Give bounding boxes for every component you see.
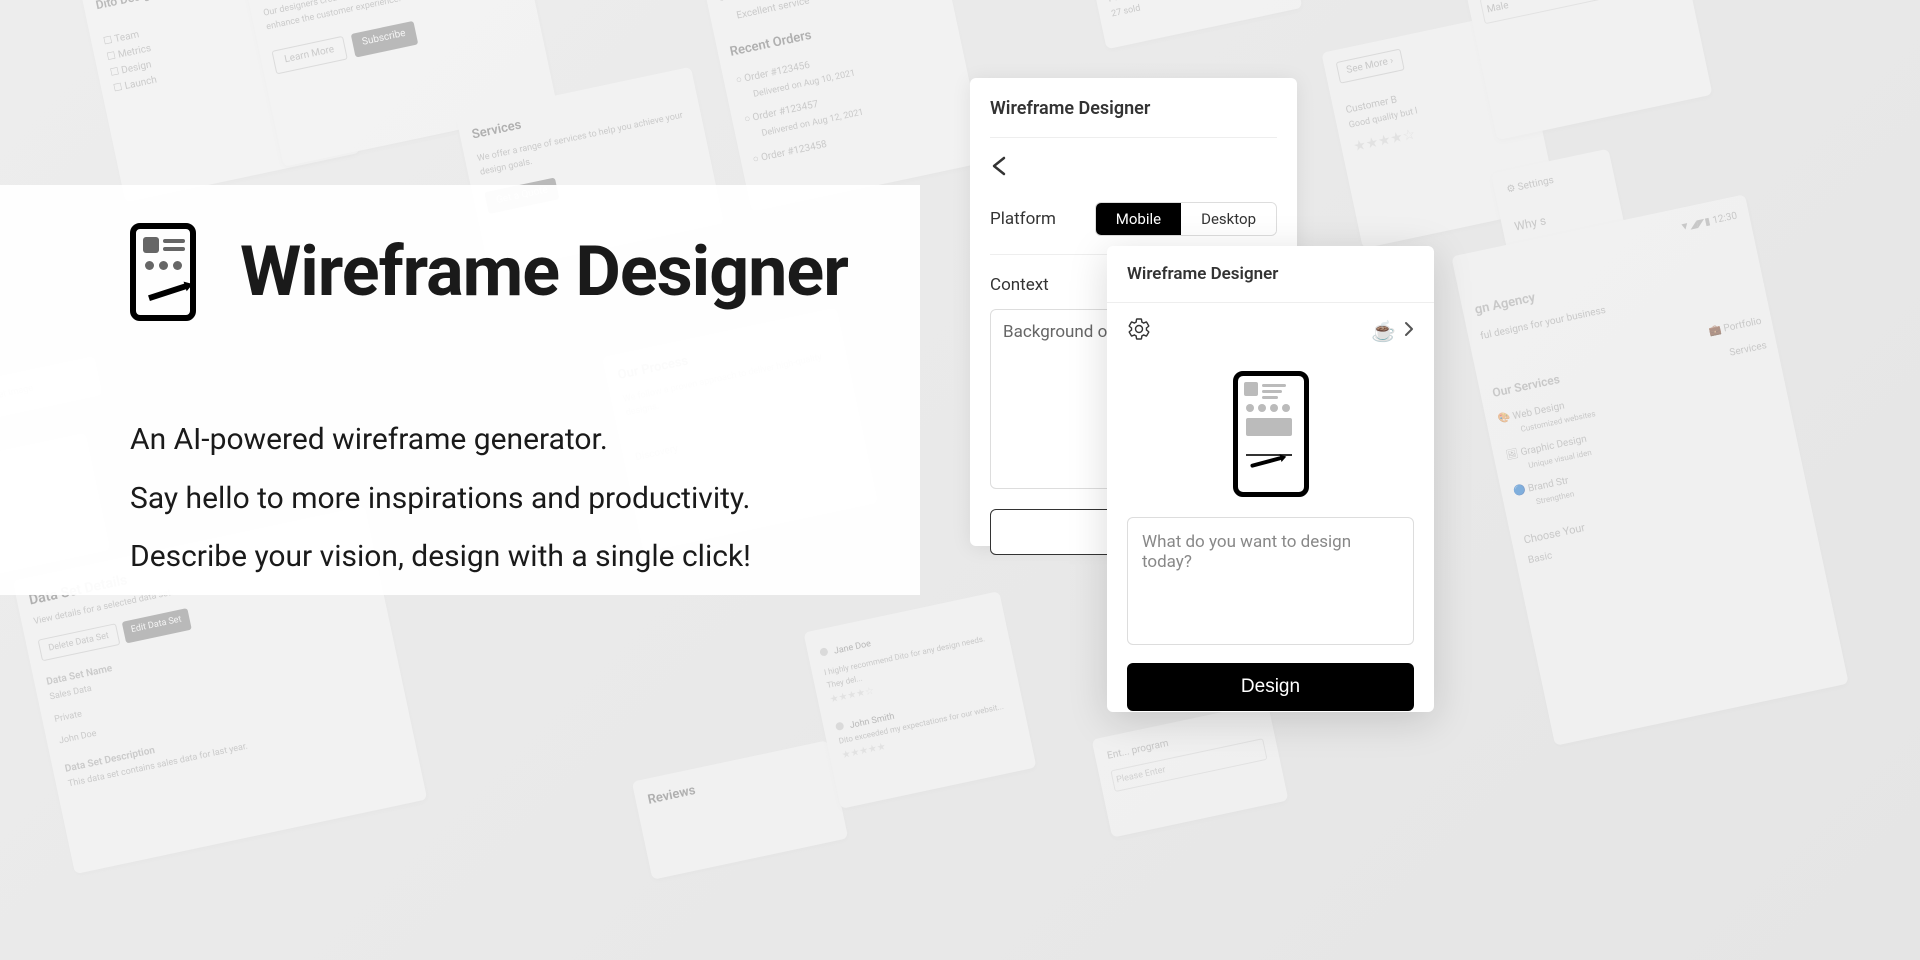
platform-option-desktop[interactable]: Desktop (1181, 203, 1276, 235)
bg-order3: Order #123458 (760, 139, 828, 164)
hero-line-2: Say hello to more inspirations and produ… (130, 470, 920, 529)
platform-option-mobile[interactable]: Mobile (1096, 203, 1181, 235)
bg-learn-more-button: Learn More (271, 35, 347, 74)
chevron-right-icon (1404, 321, 1414, 342)
platform-toggle: Mobile Desktop (1095, 202, 1277, 236)
hero-title: Wireframe Designer (240, 231, 848, 313)
app-logo-icon (130, 223, 196, 321)
bg-edit-dataset: Edit Data Set (121, 608, 192, 644)
design-button[interactable]: Design (1127, 663, 1414, 711)
panel2-title: Wireframe Designer (1107, 246, 1434, 303)
back-button[interactable] (990, 154, 1277, 182)
panel1-title: Wireframe Designer (990, 98, 1277, 138)
panel2-toolbar: ☕ (1107, 303, 1434, 359)
mini-device-icon (1233, 371, 1309, 497)
chevron-left-icon (990, 154, 1008, 178)
bg-settings: Settings (1517, 175, 1555, 193)
bg-time: 12:30 (1712, 210, 1739, 226)
settings-button[interactable] (1127, 317, 1151, 345)
bg-subscribe-button: Subscribe (350, 20, 418, 57)
design-prompt-input[interactable] (1127, 517, 1414, 645)
bg-delete-dataset: Delete Data Set (38, 623, 120, 661)
designer-panel-main: Wireframe Designer ☕ (1107, 246, 1434, 712)
hero-section: Wireframe Designer An AI-powered wirefra… (0, 185, 920, 595)
hero-line-3: Describe your vision, design with a sing… (130, 528, 920, 587)
platform-label: Platform (990, 209, 1056, 229)
bg-reviews-title: Reviews (646, 755, 822, 812)
bg-nav-launch: Launch (124, 75, 158, 93)
bg-male: Male (1479, 0, 1676, 24)
coffee-button[interactable]: ☕ (1371, 319, 1414, 343)
coffee-icon: ☕ (1371, 319, 1396, 343)
device-preview (1107, 359, 1434, 517)
bg-see-more: See More (1345, 56, 1388, 76)
bg-sold: 27 sold (1110, 0, 1285, 22)
gear-icon (1127, 317, 1151, 341)
hero-line-1: An AI-powered wireframe generator. (130, 411, 920, 470)
hero-header: Wireframe Designer (130, 223, 920, 321)
